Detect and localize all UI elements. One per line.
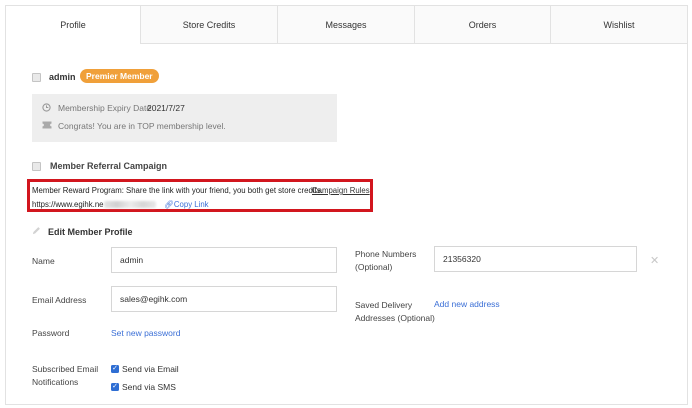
email-label: Email Address	[32, 295, 87, 305]
username: admin	[49, 72, 76, 82]
send-via-email-option[interactable]: ✓ Send via Email	[111, 364, 179, 374]
name-input[interactable]: admin	[111, 247, 337, 273]
pencil-icon	[32, 226, 41, 235]
send-via-email-checkbox[interactable]: ✓	[111, 365, 119, 373]
expiry-label: Membership Expiry Date	[58, 103, 152, 113]
referral-highlight-box: Member Reward Program: Share the link wi…	[27, 179, 373, 212]
close-icon[interactable]: ✕	[650, 254, 659, 267]
expiry-value: 2021/7/27	[147, 103, 185, 113]
redacted-link-blur	[103, 201, 156, 209]
add-new-address-link[interactable]: Add new address	[434, 299, 500, 309]
membership-info-box: Membership Expiry Date 2021/7/27 Congrat…	[32, 94, 337, 142]
phone-input[interactable]: 21356320	[434, 246, 637, 272]
referral-link-text[interactable]: https://www.egihk.ne	[32, 200, 156, 209]
tab-messages[interactable]: Messages	[277, 6, 414, 44]
copy-link-button[interactable]: 🔗︎Copy Link	[164, 200, 209, 209]
tab-wishlist[interactable]: Wishlist	[550, 6, 687, 44]
tab-profile[interactable]: Profile	[6, 6, 140, 44]
subscribed-notifications-label: Subscribed Email Notifications	[32, 364, 99, 387]
phone-label: Phone Numbers (Optional)	[355, 249, 417, 272]
email-input[interactable]: sales@egihk.com	[111, 286, 337, 312]
send-via-sms-option[interactable]: ✓ Send via SMS	[111, 382, 176, 392]
profile-panel: Profile Store Credits Messages Orders Wi…	[5, 5, 688, 405]
campaign-rules-link[interactable]: Campaign Rules	[312, 186, 370, 195]
tab-orders[interactable]: Orders	[414, 6, 550, 44]
tab-store-credits[interactable]: Store Credits	[140, 6, 277, 44]
premier-member-badge: Premier Member	[80, 69, 159, 83]
link-icon: 🔗︎	[164, 200, 174, 209]
set-new-password-link[interactable]: Set new password	[111, 328, 180, 338]
id-card-icon	[32, 73, 41, 82]
edit-profile-title: Edit Member Profile	[48, 227, 133, 237]
referral-title: Member Referral Campaign	[50, 161, 168, 171]
password-label: Password	[32, 328, 70, 338]
id-card-icon-2	[32, 162, 41, 171]
send-via-sms-checkbox[interactable]: ✓	[111, 383, 119, 391]
name-label: Name	[32, 256, 55, 266]
ticket-icon	[41, 121, 53, 129]
referral-program-text: Member Reward Program: Share the link wi…	[32, 186, 323, 195]
tab-bar: Profile Store Credits Messages Orders Wi…	[6, 6, 687, 44]
congrats-text: Congrats! You are in TOP membership leve…	[58, 121, 226, 131]
delivery-addresses-label: Saved Delivery Addresses (Optional)	[355, 300, 435, 323]
clock-icon	[42, 103, 51, 112]
